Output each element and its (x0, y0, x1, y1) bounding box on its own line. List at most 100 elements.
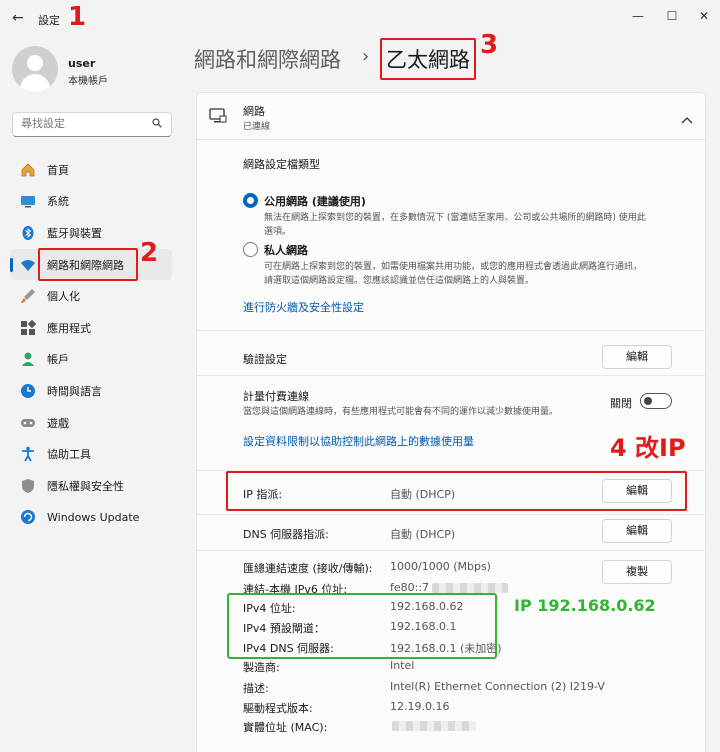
sidebar-item-label: 隱私權與安全性 (47, 479, 124, 493)
window-title: 設定 (38, 14, 60, 27)
sidebar-item-label: 個人化 (47, 290, 80, 304)
dns-assignment-value: 自動 (DHCP) (390, 528, 456, 541)
close-button[interactable]: ✕ (690, 6, 718, 26)
wifi-icon (20, 257, 36, 273)
divider (196, 550, 706, 551)
avatar-head-icon (27, 55, 43, 71)
user-name: user (68, 57, 96, 70)
auth-edit-button[interactable]: 編輯 (602, 345, 672, 369)
ethernet-monitor-icon (209, 107, 227, 129)
divider (196, 514, 706, 515)
mac-label: 實體位址 (MAC): (243, 721, 328, 734)
apps-icon (20, 319, 36, 336)
divider (196, 330, 706, 331)
public-network-desc-line2: 選項。 (264, 227, 292, 237)
sidebar-item-label: 遊戲 (47, 416, 69, 430)
private-network-radio[interactable] (243, 242, 258, 257)
search-box[interactable] (12, 112, 172, 137)
sidebar-item-windows-update[interactable]: Windows Update (10, 502, 172, 534)
link-speed-value: 1000/1000 (Mbps) (390, 560, 491, 573)
metered-toggle[interactable] (640, 393, 672, 409)
sidebar-item-personalization[interactable]: 個人化 (10, 280, 172, 312)
monitor-icon (20, 193, 36, 209)
user-account-type: 本機帳戶 (68, 76, 108, 87)
firewall-settings-link[interactable]: 進行防火牆及安全性設定 (243, 299, 364, 315)
clock-globe-icon (20, 383, 36, 399)
annotation-ip-note: IP 192.168.0.62 (514, 596, 656, 615)
dns-edit-button[interactable]: 編輯 (602, 519, 672, 543)
annotation-box-ip (226, 471, 687, 511)
copy-button[interactable]: 複製 (602, 560, 672, 584)
driver-version-label: 驅動程式版本: (243, 702, 313, 715)
profile-heading: 網路設定檔類型 (243, 158, 320, 171)
sidebar-item-label: 系統 (47, 195, 69, 209)
minimize-button[interactable]: — (624, 6, 652, 26)
manufacturer-value: Intel (390, 659, 415, 672)
back-arrow-icon[interactable]: ← (12, 10, 24, 26)
chevron-right-icon: › (362, 46, 370, 67)
sidebar-item-label: 協助工具 (47, 448, 91, 462)
home-icon (20, 162, 36, 178)
private-network-desc-line2: 請選取這個網路設定檔。您應該認識並信任這個網路上的人與裝置。 (264, 276, 535, 286)
annotation-box-title (380, 38, 476, 80)
avatar[interactable] (12, 46, 58, 92)
title-bar: ← 設定 — ☐ ✕ (0, 0, 720, 38)
network-card-header[interactable]: 網路 已連線 (196, 92, 706, 140)
link-speed-label: 匯總連結速度 (接收/傳輸): (243, 562, 373, 575)
annotation-box-ipv4 (227, 593, 497, 659)
annotation-1: 1 (68, 2, 87, 32)
sidebar-item-privacy[interactable]: 隱私權與安全性 (10, 470, 172, 502)
description-value: Intel(R) Ethernet Connection (2) I219-V (390, 680, 605, 693)
sidebar-item-gaming[interactable]: 遊戲 (10, 407, 172, 439)
annotation-2: 2 (140, 238, 159, 268)
public-network-label[interactable]: 公用網路 (建議使用) (264, 193, 366, 209)
bluetooth-icon (20, 225, 36, 241)
redacted-mac (392, 721, 476, 731)
network-title: 網路 (243, 105, 265, 118)
sidebar-item-label: 應用程式 (47, 321, 91, 335)
public-network-desc-line1: 無法在網路上探索到您的裝置，在多數情況下 (當連結至家用、公司或公共場所的網路時… (264, 213, 646, 223)
person-icon (20, 351, 36, 367)
auth-settings-label: 驗證設定 (243, 353, 287, 366)
description-label: 描述: (243, 682, 269, 695)
sidebar-item-label: 時間與語言 (47, 384, 102, 398)
annotation-3: 3 (480, 30, 499, 60)
private-network-desc-line1: 可在網路上探索到您的裝置，如需使用檔案共用功能，或您的應用程式會透過此網路進行通… (264, 262, 643, 272)
metered-state: 關閉 (610, 397, 632, 410)
brush-icon (20, 288, 36, 304)
data-limit-link[interactable]: 設定資料限制以協助控制此網路上的數據使用量 (243, 433, 474, 449)
manufacturer-label: 製造商: (243, 661, 280, 674)
gamepad-icon (20, 415, 36, 431)
sidebar-item-label: 藍牙與裝置 (47, 226, 102, 240)
sidebar-item-label: 帳戶 (47, 353, 69, 367)
annotation-box-network (38, 248, 138, 281)
metered-label: 計量付費連線 (243, 390, 309, 403)
dns-assignment-label: DNS 伺服器指派: (243, 528, 329, 541)
chevron-up-icon[interactable] (681, 109, 693, 128)
divider (196, 375, 706, 376)
annotation-4: 4 改IP (610, 434, 686, 462)
sidebar-item-time-language[interactable]: 時間與語言 (10, 375, 172, 407)
sidebar-item-label: Windows Update (47, 510, 140, 524)
avatar-body-icon (20, 74, 50, 92)
redacted-ipv6 (432, 583, 508, 593)
sidebar-item-system[interactable]: 系統 (10, 186, 172, 218)
sidebar-item-label: 首頁 (47, 163, 69, 177)
update-icon (20, 509, 36, 525)
sidebar-nav: 首頁 系統 藍牙與裝置 網路和網際網路 個人化 應用程式 帳戶 時間與語言 遊戲… (10, 154, 172, 533)
accessibility-icon (20, 446, 36, 462)
breadcrumb-parent[interactable]: 網路和網際網路 (194, 44, 341, 74)
shield-icon (20, 478, 36, 494)
search-icon[interactable] (152, 118, 162, 131)
sidebar-item-accounts[interactable]: 帳戶 (10, 344, 172, 376)
sidebar-item-accessibility[interactable]: 協助工具 (10, 438, 172, 470)
public-network-radio[interactable] (243, 193, 258, 208)
driver-version-value: 12.19.0.16 (390, 700, 450, 713)
private-network-label[interactable]: 私人網路 (264, 242, 308, 258)
maximize-button[interactable]: ☐ (658, 6, 686, 26)
metered-desc: 當您與這個網路連線時，有些應用程式可能會有不同的運作以減少數據使用量。 (243, 407, 559, 417)
sidebar-item-apps[interactable]: 應用程式 (10, 312, 172, 344)
network-status: 已連線 (243, 122, 271, 132)
search-input[interactable] (21, 117, 151, 130)
sidebar-item-home[interactable]: 首頁 (10, 154, 172, 186)
